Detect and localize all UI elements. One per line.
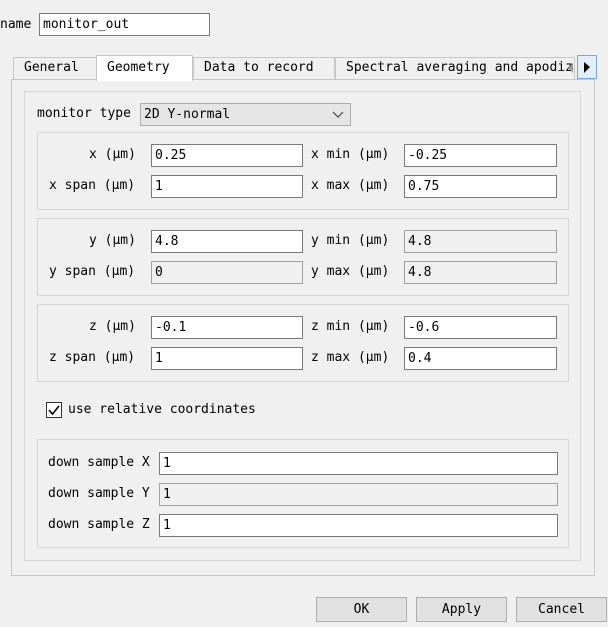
x-label: x (μm) bbox=[89, 147, 136, 162]
x-span-input[interactable]: 1 bbox=[151, 175, 303, 198]
cancel-button[interactable]: Cancel bbox=[516, 597, 607, 622]
y-input[interactable]: 4.8 bbox=[151, 230, 303, 253]
z-span-label: z span (μm) bbox=[49, 350, 136, 365]
x-min-input[interactable]: -0.25 bbox=[404, 144, 557, 167]
down-sample-y-input: 1 bbox=[159, 483, 558, 506]
apply-button[interactable]: Apply bbox=[416, 597, 507, 622]
down-sample-z-label: down sample Z bbox=[48, 517, 150, 532]
z-input[interactable]: -0.1 bbox=[151, 316, 303, 339]
ok-button[interactable]: OK bbox=[316, 597, 407, 622]
use-relative-coordinates-checkbox[interactable] bbox=[46, 402, 62, 418]
down-sample-x-label: down sample X bbox=[48, 455, 150, 470]
checkmark-icon bbox=[48, 405, 60, 416]
tab-spectral-averaging[interactable]: Spectral averaging and apodizat bbox=[335, 57, 575, 79]
z-span-input[interactable]: 1 bbox=[151, 347, 303, 370]
z-label: z (μm) bbox=[89, 319, 136, 334]
down-sample-z-input[interactable]: 1 bbox=[159, 514, 558, 537]
z-max-label: z max (μm) bbox=[311, 350, 390, 365]
x-input[interactable]: 0.25 bbox=[151, 144, 303, 167]
chevron-down-icon bbox=[332, 111, 344, 118]
down-sample-y-label: down sample Y bbox=[48, 486, 150, 501]
x-min-label: x min (μm) bbox=[311, 147, 390, 162]
use-relative-coordinates-label: use relative coordinates bbox=[68, 402, 256, 417]
y-span-input: 0 bbox=[151, 261, 303, 284]
name-label: name bbox=[0, 17, 32, 32]
tab-general[interactable]: General bbox=[13, 57, 97, 79]
z-max-input[interactable]: 0.4 bbox=[404, 347, 557, 370]
y-min-input: 4.8 bbox=[404, 230, 557, 253]
z-min-label: z min (μm) bbox=[311, 319, 390, 334]
z-min-input[interactable]: -0.6 bbox=[404, 316, 557, 339]
y-min-label: y min (μm) bbox=[311, 233, 390, 248]
y-max-label: y max (μm) bbox=[311, 264, 390, 279]
x-max-label: x max (μm) bbox=[311, 178, 390, 193]
monitor-type-value: 2D Y-normal bbox=[144, 107, 231, 122]
y-label: y (μm) bbox=[89, 233, 136, 248]
chevron-right-icon bbox=[584, 62, 590, 73]
y-max-input: 4.8 bbox=[404, 261, 557, 284]
name-input[interactable]: monitor_out bbox=[39, 13, 210, 36]
tab-scroll-left-button[interactable] bbox=[564, 57, 577, 79]
tab-data-to-record[interactable]: Data to record bbox=[193, 57, 335, 79]
monitor-type-select[interactable]: 2D Y-normal bbox=[140, 103, 351, 126]
chevron-left-icon bbox=[568, 63, 573, 73]
tab-geometry[interactable]: Geometry bbox=[96, 55, 193, 81]
x-max-input[interactable]: 0.75 bbox=[404, 175, 557, 198]
monitor-type-label: monitor type bbox=[37, 106, 131, 121]
down-sample-x-input[interactable]: 1 bbox=[159, 452, 558, 475]
tab-scroll-right-button[interactable] bbox=[577, 55, 597, 79]
y-span-label: y span (μm) bbox=[49, 264, 136, 279]
x-span-label: x span (μm) bbox=[49, 178, 136, 193]
